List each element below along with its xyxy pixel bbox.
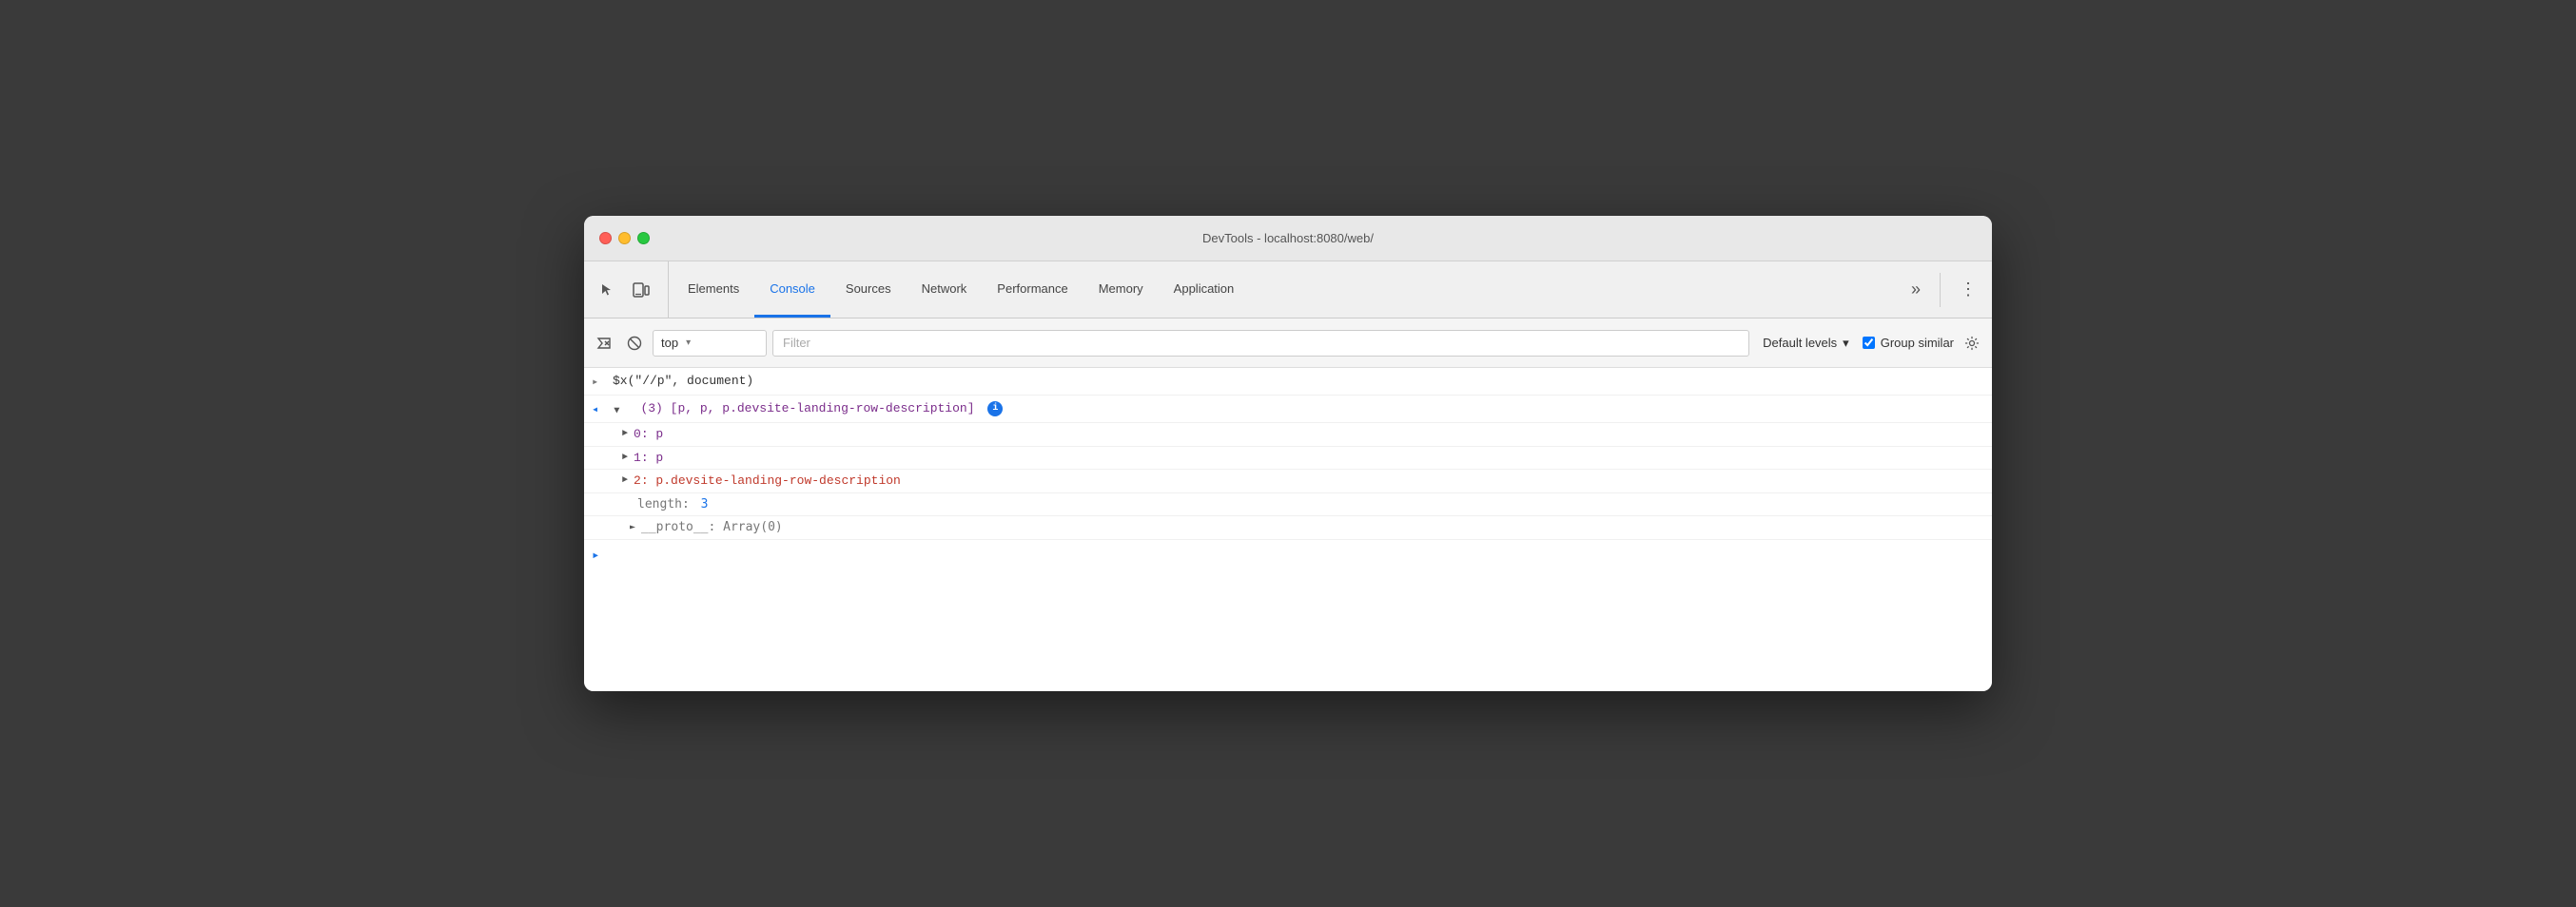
item2-triangle-icon[interactable]: ► <box>622 473 628 488</box>
title-bar: DevTools - localhost:8080/web/ <box>584 216 1992 261</box>
expand-triangle-icon[interactable]: ► <box>609 407 623 413</box>
command-arrow-icon: ▸ <box>592 374 605 391</box>
console-command-entry: ▸ $x("//p", document) <box>584 368 1992 396</box>
tab-memory[interactable]: Memory <box>1083 261 1159 318</box>
filter-input[interactable] <box>772 330 1749 357</box>
tab-sources[interactable]: Sources <box>830 261 907 318</box>
tab-bar-right: » ⋮ <box>1903 261 1984 318</box>
item0-triangle-icon[interactable]: ► <box>622 427 628 441</box>
more-tabs-button[interactable]: » <box>1903 276 1928 303</box>
group-similar-label[interactable]: Group similar <box>1863 336 1954 350</box>
info-icon[interactable]: i <box>987 401 1003 416</box>
tab-bar-tools <box>592 261 669 318</box>
chevron-down-icon: ▾ <box>686 338 691 348</box>
console-toolbar: top ▾ Default levels ▾ Group similar <box>584 318 1992 368</box>
input-prompt-icon: ▸ <box>592 547 599 567</box>
array-item-1: ► 1: p <box>584 447 1992 471</box>
tab-network[interactable]: Network <box>907 261 983 318</box>
context-selector[interactable]: top ▾ <box>653 330 767 357</box>
item1-triangle-icon[interactable]: ► <box>622 451 628 465</box>
tab-performance[interactable]: Performance <box>982 261 1083 318</box>
tab-console[interactable]: Console <box>754 261 830 318</box>
console-input-line[interactable]: ▸ <box>584 540 1992 574</box>
group-similar-checkbox[interactable] <box>1863 337 1875 349</box>
length-entry: length: 3 <box>584 493 1992 517</box>
tab-application[interactable]: Application <box>1159 261 1250 318</box>
select-element-icon[interactable] <box>592 275 622 305</box>
minimize-button[interactable] <box>618 232 631 244</box>
window-title: DevTools - localhost:8080/web/ <box>1202 231 1374 245</box>
default-levels-button[interactable]: Default levels ▾ <box>1755 332 1857 355</box>
clear-console-button[interactable] <box>592 331 616 356</box>
devtools-window: DevTools - localhost:8080/web/ Elements … <box>584 216 1992 691</box>
tab-elements[interactable]: Elements <box>673 261 754 318</box>
result-summary-text: (3) [p, p, p.devsite-landing-row-descrip… <box>640 401 974 415</box>
tab-bar: Elements Console Sources Network Perform… <box>584 261 1992 318</box>
settings-button[interactable] <box>1960 331 1984 356</box>
separator <box>1940 273 1941 307</box>
maximize-button[interactable] <box>637 232 650 244</box>
levels-chevron-icon: ▾ <box>1843 336 1849 351</box>
proto-triangle-icon[interactable]: ► <box>630 520 635 534</box>
traffic-lights <box>599 232 650 244</box>
console-result-entry: ◂ ► (3) [p, p, p.devsite-landing-row-des… <box>584 396 1992 423</box>
proto-entry: ► __proto__: Array(0) <box>584 516 1992 540</box>
array-item-0: ► 0: p <box>584 423 1992 447</box>
block-icon[interactable] <box>622 331 647 356</box>
console-output: ▸ $x("//p", document) ◂ ► (3) [p, p, p.d… <box>584 368 1992 691</box>
close-button[interactable] <box>599 232 612 244</box>
command-text: $x("//p", document) <box>613 372 1984 391</box>
array-item-2: ► 2: p.devsite-landing-row-description <box>584 470 1992 493</box>
device-toolbar-icon[interactable] <box>626 275 656 305</box>
devtools-menu-button[interactable]: ⋮ <box>1952 276 1984 303</box>
back-arrow-icon: ◂ <box>592 401 605 418</box>
